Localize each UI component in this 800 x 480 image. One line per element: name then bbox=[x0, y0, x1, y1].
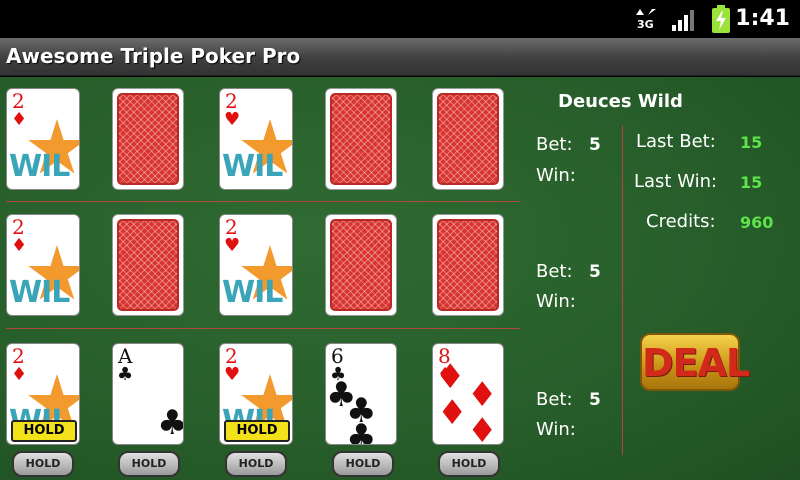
hand1-bet-value: 5 bbox=[589, 135, 601, 155]
app-title: Awesome Triple Poker Pro bbox=[6, 44, 301, 68]
card-h3-c3[interactable]: WIL2♥HOLD bbox=[219, 343, 293, 445]
hand1-win-label: Win: bbox=[536, 165, 576, 186]
card-h3-c5[interactable]: 8 ♦ ♦ ♦ ♦ ♦ bbox=[432, 343, 504, 445]
hold-button-2[interactable]: HOLD bbox=[118, 451, 180, 477]
card-back-pattern bbox=[330, 219, 392, 311]
status-bar: 3G 1:41 bbox=[0, 0, 800, 38]
card-rank: 2 bbox=[225, 215, 238, 239]
wild-text: WIL bbox=[222, 275, 283, 310]
hold-tag: HOLD bbox=[224, 420, 290, 442]
hand-divider bbox=[6, 328, 520, 329]
card-pip: ♣ bbox=[157, 406, 183, 440]
status-time: 1:41 bbox=[735, 6, 790, 31]
network-type-label: 3G bbox=[637, 18, 654, 31]
card-rank: 2 bbox=[12, 344, 25, 368]
card-h1-c4[interactable] bbox=[325, 88, 397, 190]
card-back-pattern bbox=[437, 93, 499, 185]
card-h2-c1[interactable]: WIL 2 ♦ bbox=[6, 214, 80, 316]
signal-icon bbox=[672, 10, 694, 31]
card-rank: 2 bbox=[12, 215, 25, 239]
hold-button-1[interactable]: HOLD bbox=[12, 451, 74, 477]
card-h2-c3[interactable]: WIL 2 ♥ bbox=[219, 214, 293, 316]
hold-button-3[interactable]: HOLD bbox=[225, 451, 287, 477]
panel-divider bbox=[622, 125, 623, 455]
hand1-bet-label: Bet: bbox=[536, 134, 573, 155]
hand3-bet-value: 5 bbox=[589, 390, 601, 410]
last-bet-value: 15 bbox=[740, 133, 763, 152]
card-rank: 2 bbox=[12, 89, 25, 113]
wild-text: WIL bbox=[222, 149, 283, 184]
hold-button-5[interactable]: HOLD bbox=[438, 451, 500, 477]
hand2-bet-value: 5 bbox=[589, 262, 601, 282]
data-arrows-icon: 3G bbox=[636, 9, 656, 31]
card-back-pattern bbox=[117, 219, 179, 311]
card-pip: ♦ bbox=[467, 411, 498, 445]
card-suit-icon: ♣ bbox=[117, 364, 134, 385]
card-rank: 2 bbox=[225, 89, 238, 113]
hand-divider bbox=[6, 201, 520, 202]
hold-button-4[interactable]: HOLD bbox=[332, 451, 394, 477]
hand3-win-label: Win: bbox=[536, 419, 576, 440]
hold-tag: HOLD bbox=[11, 420, 77, 442]
card-rank: A bbox=[118, 344, 133, 368]
wild-text: WIL bbox=[9, 149, 70, 184]
card-suit-icon: ♦ bbox=[11, 364, 28, 385]
wild-text: WIL bbox=[9, 275, 70, 310]
last-bet-label: Last Bet: bbox=[636, 131, 716, 152]
card-back-pattern bbox=[117, 93, 179, 185]
card-h1-c1[interactable]: WIL 2 ♦ bbox=[6, 88, 80, 190]
hand2-bet-label: Bet: bbox=[536, 261, 573, 282]
card-h3-c4[interactable]: 6 ♣ ♣ ♣ ♣ bbox=[325, 343, 397, 445]
credits-label: Credits: bbox=[646, 211, 716, 232]
credits-value: 960 bbox=[740, 213, 774, 232]
card-rank: 6 bbox=[331, 344, 344, 368]
card-pip: ♣ bbox=[346, 417, 377, 445]
card-suit-icon: ♥ bbox=[224, 109, 241, 130]
card-h3-c2[interactable]: A♣♣ bbox=[112, 343, 184, 445]
card-pip: ♦ bbox=[437, 393, 468, 433]
card-pip: ♦ bbox=[435, 357, 466, 397]
card-h2-c5[interactable] bbox=[432, 214, 504, 316]
card-h3-c1[interactable]: WIL2♦HOLD bbox=[6, 343, 80, 445]
last-win-value: 15 bbox=[740, 173, 763, 192]
card-back-pattern bbox=[437, 219, 499, 311]
card-suit-icon: ♥ bbox=[224, 364, 241, 385]
hand2-win-label: Win: bbox=[536, 291, 576, 312]
card-h2-c2[interactable] bbox=[112, 214, 184, 316]
card-suit-icon: ♦ bbox=[11, 235, 28, 256]
battery-charging-icon bbox=[712, 5, 730, 33]
card-pip: ♦ bbox=[467, 375, 498, 415]
card-h2-c4[interactable] bbox=[325, 214, 397, 316]
deal-button[interactable]: DEAL bbox=[640, 333, 750, 391]
card-h1-c3[interactable]: WIL 2 ♥ bbox=[219, 88, 293, 190]
card-back-pattern bbox=[330, 93, 392, 185]
card-suit-icon: ♦ bbox=[11, 109, 28, 130]
poker-table: WIL2♦WIL2♥WIL2♦WIL2♥WIL2♦HOLDA♣♣WIL2♥HOL… bbox=[0, 77, 800, 480]
card-h1-c2[interactable] bbox=[112, 88, 184, 190]
hand3-bet-label: Bet: bbox=[536, 389, 573, 410]
card-rank: 2 bbox=[225, 344, 238, 368]
last-win-label: Last Win: bbox=[634, 171, 718, 192]
card-suit-icon: ♥ bbox=[224, 235, 241, 256]
game-name: Deuces Wild bbox=[558, 91, 683, 112]
card-h1-c5[interactable] bbox=[432, 88, 504, 190]
title-bar: Awesome Triple Poker Pro bbox=[0, 38, 800, 76]
